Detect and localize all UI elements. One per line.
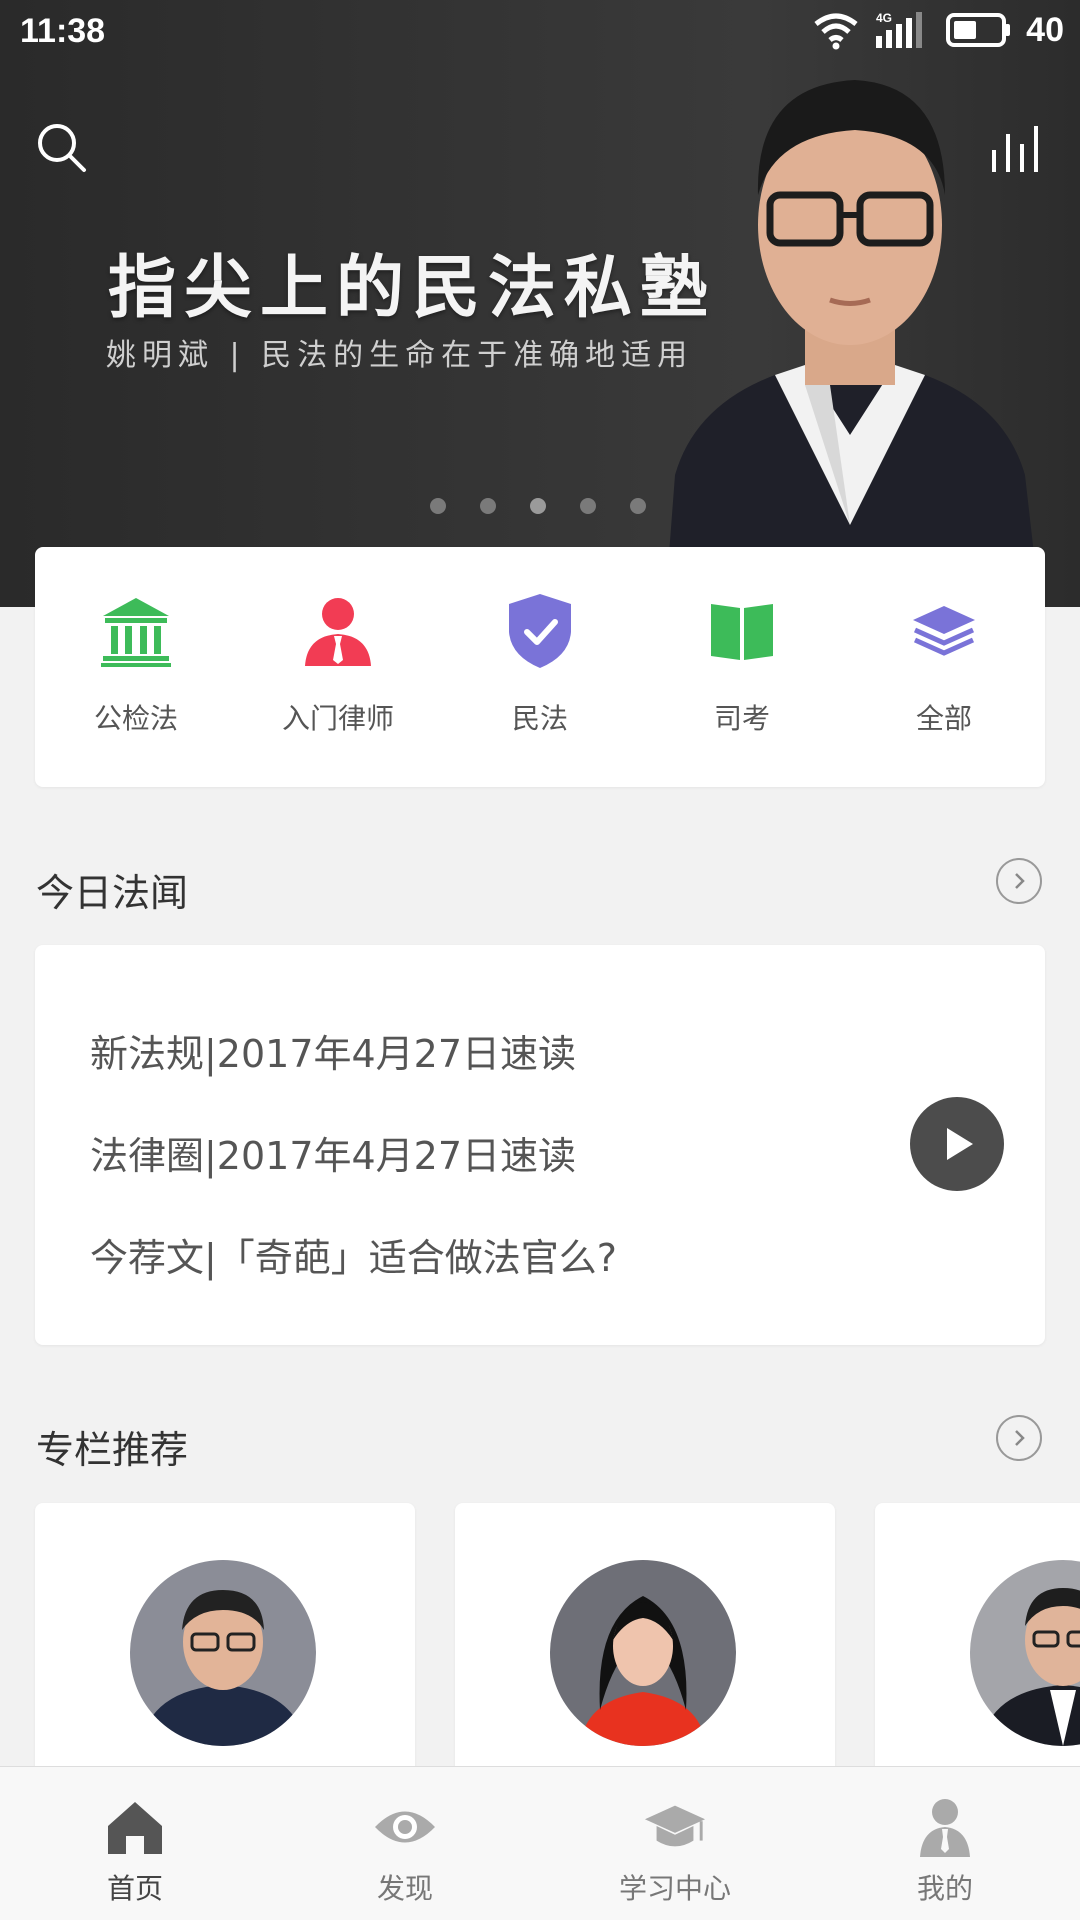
pagination-dot[interactable] — [430, 498, 446, 514]
nav-item-mine[interactable]: 我的 — [810, 1767, 1080, 1920]
layers-icon — [904, 591, 984, 671]
pagination-dot[interactable] — [480, 498, 496, 514]
battery-icon — [946, 13, 1011, 47]
category-item-civil-law[interactable]: 民法 — [439, 547, 641, 787]
play-icon — [947, 1128, 973, 1160]
nav-label: 首页 — [106, 1872, 163, 1905]
status-icons: 4G 40 — [812, 10, 1064, 50]
banner-pagination — [430, 498, 646, 514]
open-book-icon — [702, 591, 782, 671]
home-icon — [103, 1797, 167, 1857]
category-grid: 公检法 入门律师 民法 司考 全部 — [35, 547, 1045, 787]
status-time: 11:38 — [20, 12, 106, 50]
column-card[interactable] — [875, 1503, 1080, 1803]
battery-level: 40 — [1026, 10, 1064, 49]
category-label: 入门律师 — [281, 702, 394, 735]
signal-icon: 4G — [876, 11, 923, 48]
chevron-right-icon — [1015, 1430, 1025, 1446]
shield-check-icon — [500, 591, 580, 671]
audio-bars-icon[interactable] — [988, 120, 1048, 180]
play-button[interactable] — [910, 1097, 1004, 1191]
nav-label: 学习中心 — [618, 1872, 731, 1905]
category-item-sikao[interactable]: 司考 — [641, 547, 843, 787]
pagination-dot[interactable] — [530, 498, 546, 514]
network-type-label: 4G — [876, 11, 892, 25]
banner-subtitle: 姚明斌 | 民法的生命在于准确地适用 — [106, 338, 694, 373]
graduation-cap-icon — [643, 1797, 707, 1857]
status-bar: 11:38 4G 40 — [0, 0, 1080, 66]
user-icon — [913, 1797, 977, 1857]
news-card[interactable]: 新法规|2017年4月27日速读 法律圈|2017年4月27日速读 今荐文|「奇… — [35, 945, 1045, 1345]
news-item[interactable]: 法律圈|2017年4月27日速读 — [90, 1125, 576, 1180]
lawyer-person-icon — [298, 591, 378, 671]
nav-item-learning-center[interactable]: 学习中心 — [540, 1767, 810, 1920]
news-section-title: 今日法闻 — [36, 871, 189, 915]
nav-item-discover[interactable]: 发现 — [270, 1767, 540, 1920]
chevron-right-icon — [1015, 873, 1025, 889]
news-item[interactable]: 新法规|2017年4月27日速读 — [90, 1023, 576, 1078]
avatar — [130, 1560, 316, 1746]
banner-title: 指尖上的民法私塾 — [108, 248, 717, 328]
category-label: 公检法 — [93, 702, 178, 735]
pagination-dot[interactable] — [580, 498, 596, 514]
avatar — [550, 1560, 736, 1746]
category-item-lawyer[interactable]: 入门律师 — [237, 547, 439, 787]
court-building-icon — [96, 591, 176, 671]
nav-label: 我的 — [916, 1872, 973, 1905]
news-item[interactable]: 今荐文|「奇葩」适合做法官么? — [90, 1227, 617, 1282]
column-card[interactable] — [35, 1503, 415, 1803]
eye-icon — [373, 1797, 437, 1857]
category-item-gongjianfa[interactable]: 公检法 — [35, 547, 237, 787]
wifi-icon — [814, 13, 858, 50]
category-label: 司考 — [713, 702, 770, 735]
nav-label: 发现 — [376, 1872, 433, 1905]
columns-section-title: 专栏推荐 — [36, 1428, 189, 1472]
pagination-dot[interactable] — [630, 498, 646, 514]
home-screen: 11:38 4G 40 指尖上的民法私塾 姚明斌 | 民法的生命在于准确地适用 … — [0, 0, 1080, 1920]
category-item-all[interactable]: 全部 — [843, 547, 1045, 787]
banner-portrait-image — [665, 80, 1040, 607]
columns-more-button[interactable] — [996, 1415, 1042, 1461]
nav-item-home[interactable]: 首页 — [0, 1767, 270, 1920]
category-label: 民法 — [511, 702, 568, 735]
avatar — [970, 1560, 1080, 1746]
bottom-nav: 首页 发现 学习中心 我的 — [0, 1766, 1080, 1920]
column-card[interactable] — [455, 1503, 835, 1803]
banner[interactable]: 11:38 4G 40 指尖上的民法私塾 姚明斌 | 民法的生命在于准确地适用 — [0, 0, 1080, 607]
news-more-button[interactable] — [996, 858, 1042, 904]
category-label: 全部 — [915, 702, 972, 735]
columns-section-header: 专栏推荐 — [36, 1413, 1046, 1473]
news-section-header: 今日法闻 — [36, 856, 1046, 916]
search-icon[interactable] — [32, 118, 92, 178]
